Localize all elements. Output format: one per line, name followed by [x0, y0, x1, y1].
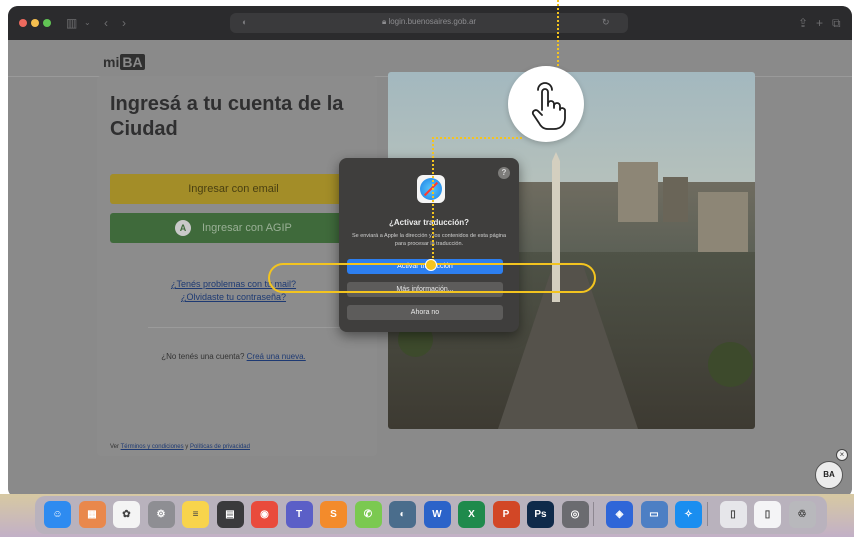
guide-dotted-line	[557, 0, 559, 66]
chevron-down-icon[interactable]: ⌄	[84, 15, 91, 31]
sublime-icon[interactable]: S	[320, 501, 347, 528]
scanner-icon[interactable]: ▭	[640, 501, 668, 528]
safari-app-icon	[417, 175, 445, 203]
no-account-text: ¿No tenés una cuenta?	[161, 352, 245, 361]
email-login-button[interactable]: Ingresar con email	[110, 174, 357, 204]
agip-login-button[interactable]: A Ingresar con AGIP	[110, 213, 357, 243]
photos-icon[interactable]: ✿	[113, 501, 140, 528]
create-account-link[interactable]: Creá una nueva.	[247, 352, 306, 361]
back-icon[interactable]: ‹	[104, 15, 108, 31]
card-divider	[148, 327, 343, 328]
share-icon[interactable]: ⇪	[798, 15, 808, 31]
guide-dotted-line	[432, 137, 434, 261]
miba-logo[interactable]: mi BA	[103, 54, 145, 70]
new-tab-icon[interactable]: +	[816, 15, 823, 31]
finder-icon[interactable]: ☺	[44, 501, 71, 528]
address-bar[interactable]: ◐ 🔒︎ login.buenosaires.gob.ar ↻	[230, 13, 628, 33]
teams-icon[interactable]: T	[285, 501, 313, 528]
agip-login-label: Ingresar con AGIP	[202, 222, 292, 234]
login-title: Ingresá a tu cuenta de la Ciudad	[110, 93, 344, 140]
address-text: 🔒︎ login.buenosaires.gob.ar	[230, 17, 628, 27]
terms-link[interactable]: Términos y condiciones	[121, 444, 184, 450]
ba-assistant-button[interactable]: BA	[815, 461, 843, 489]
url-text: login.buenosaires.gob.ar	[388, 17, 477, 26]
whatsapp-icon[interactable]: ✆	[354, 501, 382, 528]
terms-line: Ver Términos y condiciones y Políticas d…	[110, 444, 410, 450]
screenshot-icon[interactable]: ◎	[561, 501, 589, 528]
launchpad-icon[interactable]: ▦	[78, 501, 106, 528]
minimize-window-button[interactable]	[31, 19, 39, 27]
zoom-window-button[interactable]	[43, 19, 51, 27]
safari-icon[interactable]: ✧	[675, 501, 702, 528]
tab-overview-icon[interactable]: ⧉	[832, 15, 841, 31]
document-icon[interactable]: ▯	[754, 501, 781, 528]
excel-icon[interactable]: X	[458, 501, 485, 528]
agip-logo-icon: A	[175, 220, 191, 236]
close-window-button[interactable]	[19, 19, 27, 27]
translate-dialog: ? ¿Activar traducción? Se enviará a Appl…	[339, 158, 519, 332]
browser-toolbar: ▥ ⌄ ‹ › ◐ 🔒︎ login.buenosaires.gob.ar ↻ …	[8, 6, 852, 40]
privacy-link[interactable]: Políticas de privacidad	[190, 444, 250, 450]
notes-icon[interactable]: ≡	[182, 501, 209, 528]
powerpoint-icon[interactable]: P	[492, 501, 520, 528]
dock-separator	[593, 502, 594, 526]
reload-icon[interactable]: ↻	[602, 17, 610, 28]
terms-and: y	[185, 444, 189, 450]
pointer-hand-icon	[531, 82, 566, 130]
not-now-button[interactable]: Ahora no	[347, 305, 503, 320]
dialog-message: Se enviará a Apple la dirección y los co…	[351, 233, 507, 247]
dialog-title: ¿Activar traducción?	[388, 218, 469, 227]
dock-separator	[706, 502, 708, 526]
sidebar-icon[interactable]: ▥	[66, 15, 77, 31]
photo-building	[663, 177, 688, 222]
word-icon[interactable]: W	[423, 501, 451, 528]
files-icon[interactable]: ▯	[719, 501, 747, 528]
click-target-dot	[425, 259, 437, 271]
signup-line: ¿No tenés una cuenta? Creá una nueva.	[110, 352, 357, 361]
tap-hint-badge	[508, 66, 584, 142]
terms-prefix: Ver	[110, 444, 120, 450]
calculator-icon[interactable]: ▤	[216, 501, 244, 528]
photoshop-icon[interactable]: Ps	[527, 501, 554, 528]
preview-icon[interactable]: ◐	[389, 501, 416, 528]
system-settings-icon[interactable]: ⚙	[147, 501, 175, 528]
close-widget-button[interactable]: ×	[836, 449, 848, 461]
lock-icon: 🔒︎	[381, 17, 387, 26]
photo-tree	[708, 342, 753, 387]
trash-icon[interactable]: ♲	[788, 501, 816, 528]
chrome-icon[interactable]: ◉	[251, 501, 278, 528]
help-button[interactable]: ?	[498, 167, 510, 179]
forward-icon[interactable]: ›	[122, 15, 126, 31]
photo-building	[618, 162, 658, 222]
security-icon[interactable]: ◈	[606, 501, 633, 528]
